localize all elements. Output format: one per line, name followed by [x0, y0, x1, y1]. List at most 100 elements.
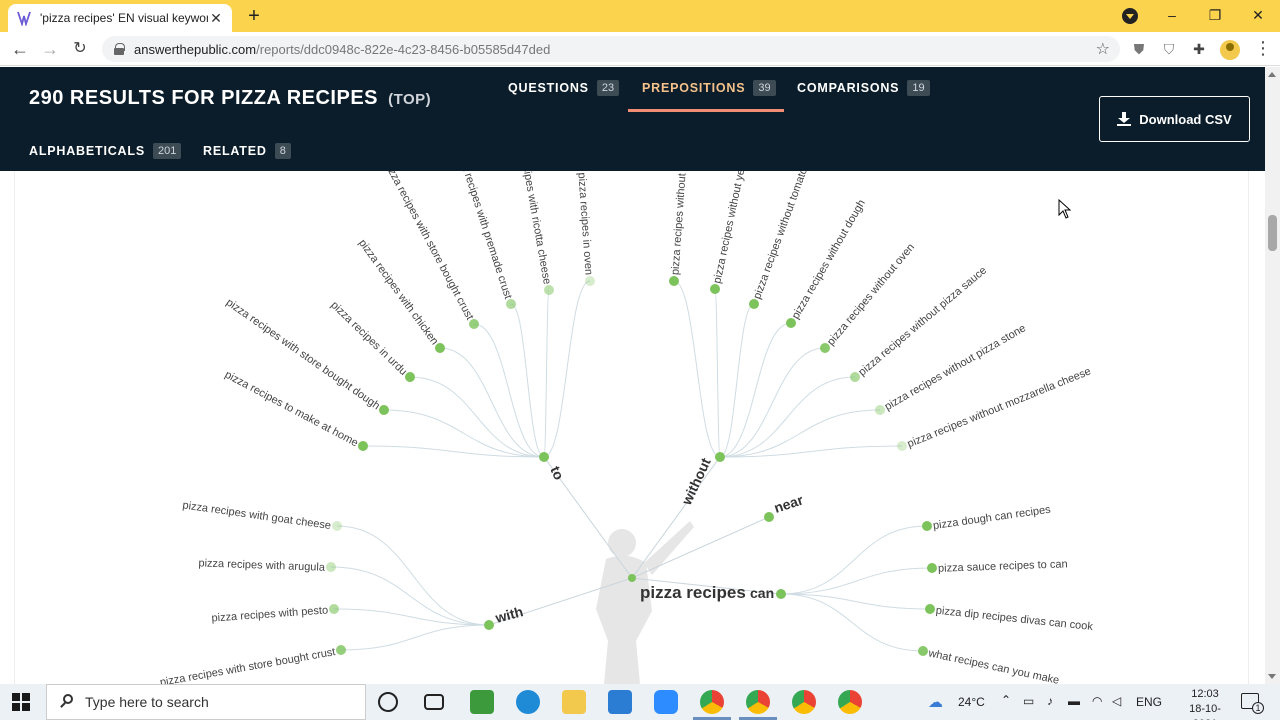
- leaf-label[interactable]: pizza recipes with arugula: [198, 557, 326, 573]
- meet-now-icon[interactable]: ▭: [1023, 694, 1034, 708]
- scroll-up-arrow-icon[interactable]: [1268, 72, 1276, 77]
- tab-related[interactable]: RELATED 8: [203, 143, 291, 159]
- reload-icon[interactable]: ↻: [69, 38, 91, 60]
- leaf-node[interactable]: [918, 646, 928, 656]
- chrome-profile-4-icon[interactable]: [838, 690, 862, 714]
- leaf-node[interactable]: [897, 441, 907, 451]
- branch-node[interactable]: [539, 452, 549, 462]
- tab-search-icon[interactable]: [1122, 8, 1138, 24]
- input-language[interactable]: ENG: [1136, 695, 1162, 709]
- close-window-button[interactable]: ✕: [1246, 4, 1270, 26]
- leaf-node[interactable]: [749, 299, 759, 309]
- leaf-node[interactable]: [358, 441, 368, 451]
- leaf-node[interactable]: [544, 285, 554, 295]
- shield-extension-icon[interactable]: ⛊: [1130, 40, 1148, 58]
- leaf-node[interactable]: [469, 319, 479, 329]
- tab-prepositions[interactable]: PREPOSITIONS 39: [642, 80, 776, 96]
- battery-icon[interactable]: ▬: [1068, 694, 1080, 708]
- task-view-icon[interactable]: [424, 694, 444, 710]
- tab-questions[interactable]: QUESTIONS 23: [508, 80, 620, 96]
- leaf-label[interactable]: pizza recipes with ricotta cheese: [514, 171, 553, 285]
- windows-start-icon[interactable]: [12, 693, 30, 711]
- weather-temperature[interactable]: 24°C: [958, 695, 985, 709]
- scrollbar-thumb[interactable]: [1268, 215, 1277, 251]
- leaf-label[interactable]: what recipes can you make: [926, 647, 1060, 684]
- leaf-node[interactable]: [329, 604, 339, 614]
- branch-node[interactable]: [776, 589, 786, 599]
- bookmark-star-icon[interactable]: ☆: [1096, 39, 1110, 59]
- branch-label-can[interactable]: can: [750, 585, 774, 601]
- leaf-node[interactable]: [435, 343, 445, 353]
- taskbar-search-box[interactable]: Type here to search: [46, 684, 366, 720]
- leaf-node[interactable]: [786, 318, 796, 328]
- branch-label-with[interactable]: with: [493, 603, 525, 626]
- shield-outline-extension-icon[interactable]: ⛉: [1160, 40, 1178, 58]
- tab-close-icon[interactable]: ✕: [208, 10, 224, 27]
- leaf-label[interactable]: pizza recipes with store bought crust: [381, 171, 475, 322]
- microphone-icon[interactable]: ♪: [1047, 694, 1053, 708]
- new-tab-button[interactable]: +: [244, 6, 264, 26]
- profile-avatar-icon[interactable]: [1220, 40, 1240, 60]
- leaf-node[interactable]: [669, 276, 679, 286]
- leaf-node[interactable]: [850, 372, 860, 382]
- leaf-node[interactable]: [379, 405, 389, 415]
- branch-node[interactable]: [484, 620, 494, 630]
- tab-comparisons[interactable]: COMPARISONS 19: [797, 80, 930, 96]
- leaf-label[interactable]: pizza dip recipes divas can cook: [935, 605, 1094, 633]
- zoom-app-icon[interactable]: [654, 690, 678, 714]
- tab-alphabeticals[interactable]: ALPHABETICALS 201: [29, 143, 182, 159]
- leaf-node[interactable]: [820, 343, 830, 353]
- leaf-label[interactable]: pizza recipes with premade crust: [453, 171, 514, 300]
- leaf-label[interactable]: pizza recipes without yeast: [711, 171, 750, 285]
- chrome-browser-icon[interactable]: [700, 690, 724, 714]
- leaf-node[interactable]: [710, 284, 720, 294]
- branch-label-without[interactable]: without: [678, 455, 714, 508]
- cortana-icon[interactable]: [378, 692, 398, 712]
- volume-icon[interactable]: ◁: [1112, 694, 1121, 708]
- leaf-label[interactable]: pizza recipes without tomato: [751, 171, 810, 301]
- leaf-label[interactable]: pizza recipes in urdu: [328, 299, 409, 378]
- chrome-profile-3-icon[interactable]: [792, 690, 816, 714]
- forward-arrow-icon[interactable]: →: [39, 38, 61, 60]
- leaf-node[interactable]: [332, 521, 342, 531]
- taskbar-clock[interactable]: 12:03 18-10-2021: [1180, 687, 1230, 720]
- leaf-node[interactable]: [336, 645, 346, 655]
- file-explorer-icon[interactable]: [562, 690, 586, 714]
- browser-tab[interactable]: 'pizza recipes' EN visual keyword ✕: [8, 4, 232, 32]
- download-csv-button[interactable]: Download CSV: [1099, 96, 1250, 142]
- leaf-node[interactable]: [927, 563, 937, 573]
- leaf-label[interactable]: pizza sauce recipes to can: [938, 558, 1068, 575]
- tray-chevron-up-icon[interactable]: ⌃: [1001, 693, 1011, 707]
- leaf-node[interactable]: [585, 276, 595, 286]
- leaf-node[interactable]: [506, 299, 516, 309]
- branch-node[interactable]: [764, 512, 774, 522]
- leaf-node[interactable]: [922, 521, 932, 531]
- minimize-button[interactable]: –: [1160, 4, 1184, 26]
- leaf-label[interactable]: pizza recipes in oven: [575, 172, 594, 275]
- puzzle-extensions-icon[interactable]: ✚: [1190, 40, 1208, 58]
- wifi-icon[interactable]: ◠: [1092, 694, 1102, 708]
- leaf-node[interactable]: [925, 604, 935, 614]
- branch-node[interactable]: [715, 452, 725, 462]
- browser-menu-icon[interactable]: ⋮: [1254, 38, 1272, 59]
- leaf-label[interactable]: pizza recipes without: [669, 173, 688, 276]
- leaf-node[interactable]: [405, 372, 415, 382]
- leaf-node[interactable]: [875, 405, 885, 415]
- scroll-down-arrow-icon[interactable]: [1268, 674, 1276, 679]
- maximize-button[interactable]: ❐: [1203, 4, 1227, 26]
- weather-cloud-icon[interactable]: ☁: [928, 693, 943, 711]
- leaf-label[interactable]: pizza recipes with store bought dough: [224, 297, 382, 413]
- address-bar[interactable]: answerthepublic.com/reports/ddc0948c-822…: [102, 36, 1120, 62]
- branch-label-near[interactable]: near: [772, 491, 806, 516]
- notepad-app-icon[interactable]: [470, 690, 494, 714]
- edge-browser-icon[interactable]: [516, 690, 540, 714]
- leaf-label[interactable]: pizza recipes with pesto: [211, 604, 328, 624]
- leaf-node[interactable]: [326, 562, 336, 572]
- mail-app-icon[interactable]: [608, 690, 632, 714]
- prepositions-wheel[interactable]: pizza recipes to make at homepizza recip…: [0, 171, 1265, 684]
- leaf-label[interactable]: pizza dough can recipes: [932, 504, 1052, 532]
- leaf-label[interactable]: pizza recipes with store bought crust: [159, 646, 336, 684]
- page-scrollbar[interactable]: [1265, 67, 1280, 684]
- chrome-profile-2-icon[interactable]: [746, 690, 770, 714]
- back-arrow-icon[interactable]: ←: [9, 38, 31, 60]
